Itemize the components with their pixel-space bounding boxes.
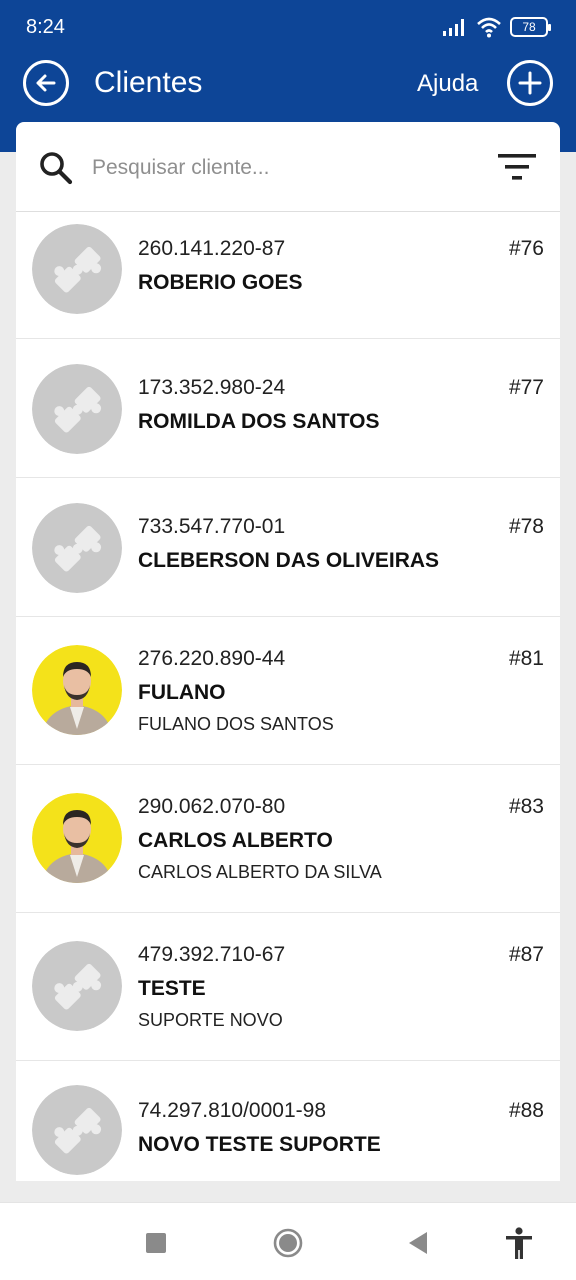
client-name: FULANO xyxy=(138,681,226,704)
client-name: ROMILDA DOS SANTOS xyxy=(138,410,380,433)
client-row[interactable]: 74.297.810/0001-98 NOVO TESTE SUPORTE #8… xyxy=(16,1061,560,1181)
page-title: Clientes xyxy=(94,66,203,99)
client-list: 260.141.220-87 ROBERIO GOES #76 173.352.… xyxy=(16,212,560,1181)
accessibility-icon[interactable] xyxy=(501,1225,537,1261)
puzzle-icon xyxy=(32,941,122,1031)
puzzle-icon xyxy=(32,224,122,314)
client-document: 74.297.810/0001-98 xyxy=(138,1099,327,1122)
status-time: 8:24 xyxy=(26,16,65,38)
client-document: 733.547.770-01 xyxy=(138,515,286,538)
filter-icon[interactable] xyxy=(496,150,540,184)
client-name: CLEBERSON DAS OLIVEIRAS xyxy=(138,549,440,572)
puzzle-icon xyxy=(32,1085,122,1175)
home-circle-icon[interactable] xyxy=(270,1225,306,1261)
client-code: #81 xyxy=(508,647,544,670)
arrow-left-icon xyxy=(36,74,56,92)
signal-icon xyxy=(443,19,464,36)
plus-icon xyxy=(518,71,542,95)
client-name: NOVO TESTE SUPORTE xyxy=(138,1133,381,1156)
client-code: #78 xyxy=(508,515,544,538)
client-subtitle: SUPORTE NOVO xyxy=(138,1010,283,1030)
client-row[interactable]: 276.220.890-44 FULANO FULANO DOS SANTOS … xyxy=(16,617,560,765)
back-triangle-icon[interactable] xyxy=(400,1225,436,1261)
client-document: 260.141.220-87 xyxy=(138,237,286,260)
person-avatar xyxy=(32,793,122,883)
client-name: TESTE xyxy=(138,977,206,1000)
client-subtitle: FULANO DOS SANTOS xyxy=(138,714,334,734)
client-row[interactable]: 479.392.710-67 TESTE SUPORTE NOVO #87 xyxy=(16,913,560,1061)
search-input[interactable] xyxy=(92,148,472,188)
client-document: 276.220.890-44 xyxy=(138,647,286,670)
client-code: #88 xyxy=(508,1099,544,1122)
client-code: #87 xyxy=(508,943,544,966)
battery-level: 78 xyxy=(522,20,536,34)
client-document: 479.392.710-67 xyxy=(138,943,286,966)
client-row[interactable]: 260.141.220-87 ROBERIO GOES #76 xyxy=(16,212,560,339)
client-document: 290.062.070-80 xyxy=(138,795,286,818)
client-row[interactable]: 733.547.770-01 CLEBERSON DAS OLIVEIRAS #… xyxy=(16,478,560,617)
search-bar xyxy=(16,122,560,212)
help-link[interactable]: Ajuda xyxy=(417,70,478,98)
status-icons: 78 xyxy=(442,16,551,38)
app-bar: Clientes Ajuda xyxy=(0,58,576,110)
battery-icon: 78 xyxy=(510,17,551,37)
client-code: #77 xyxy=(508,376,544,399)
status-bar: 8:24 78 xyxy=(0,0,576,56)
client-name: CARLOS ALBERTO xyxy=(138,829,333,852)
client-row[interactable]: 290.062.070-80 CARLOS ALBERTO CARLOS ALB… xyxy=(16,765,560,913)
client-code: #83 xyxy=(508,795,544,818)
wifi-icon xyxy=(477,17,501,38)
client-name: ROBERIO GOES xyxy=(138,271,303,294)
puzzle-icon xyxy=(32,503,122,593)
person-avatar xyxy=(32,645,122,735)
search-icon[interactable] xyxy=(36,148,76,188)
puzzle-icon xyxy=(32,364,122,454)
recents-square-icon[interactable] xyxy=(138,1225,174,1261)
client-subtitle: CARLOS ALBERTO DA SILVA xyxy=(138,862,382,882)
client-document: 173.352.980-24 xyxy=(138,376,286,399)
client-row[interactable]: 173.352.980-24 ROMILDA DOS SANTOS #77 xyxy=(16,339,560,478)
add-client-button[interactable] xyxy=(507,60,553,106)
back-button[interactable] xyxy=(23,60,69,106)
system-nav-bar xyxy=(0,1202,576,1280)
client-code: #76 xyxy=(508,237,544,260)
